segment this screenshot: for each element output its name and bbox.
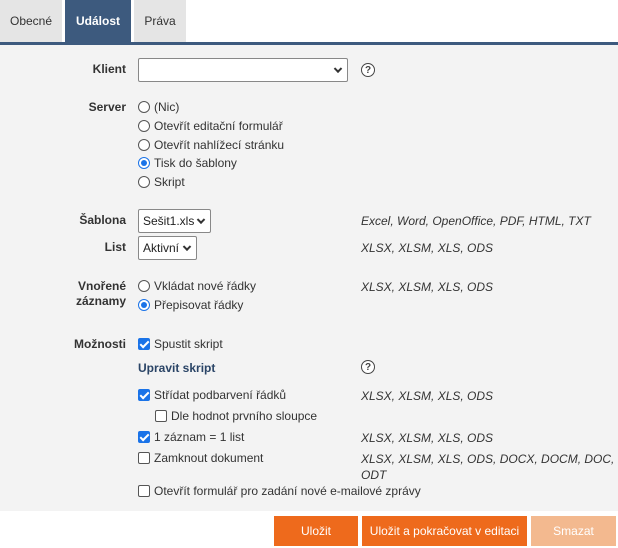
radio-button[interactable] <box>138 120 150 132</box>
jeden-zaznam-formats-note: XLSX, XLSM, XLS, ODS <box>361 431 494 445</box>
list-select[interactable]: Aktivní <box>138 236 197 260</box>
vnorene-option-vkladat[interactable]: Vkládat nové řádky <box>138 279 256 293</box>
vnorene-zaznamy-label: Vnořené záznamy <box>75 279 126 308</box>
spustit-skript-checkbox[interactable]: Spustit skript <box>138 337 223 351</box>
vnorene-formats-note: XLSX, XLSM, XLS, ODS <box>361 280 494 294</box>
delete-button[interactable]: Smazat <box>531 516 616 546</box>
server-option-nic[interactable]: (Nic) <box>138 100 179 114</box>
klient-select[interactable] <box>138 58 348 82</box>
server-option-nahlizeci[interactable]: Otevřít nahlížecí stránku <box>138 138 284 152</box>
stridat-formats-note: XLSX, XLSM, XLS, ODS <box>361 389 494 403</box>
list-select-value: Aktivní <box>143 241 180 255</box>
stridat-podbarveni-checkbox[interactable]: Střídat podbarvení řádků <box>138 388 286 402</box>
checkbox[interactable] <box>155 410 167 422</box>
tab-bar: Obecné Událost Práva <box>0 0 618 42</box>
vnorene-option-prepisovat[interactable]: Přepisovat řádky <box>138 298 243 312</box>
save-and-continue-button[interactable]: Uložit a pokračovat v editaci <box>362 516 527 546</box>
tab-obecne[interactable]: Obecné <box>0 0 62 42</box>
zamknout-formats-note: XLSX, XLSM, XLS, ODS, DOCX, DOCM, DOC, O… <box>361 452 615 482</box>
radio-button[interactable] <box>138 101 150 113</box>
sablona-formats-note: Excel, Word, OpenOffice, PDF, HTML, TXT <box>361 214 591 228</box>
moznosti-label: Možnosti <box>74 337 126 351</box>
server-label: Server <box>88 100 126 114</box>
server-option-tisk[interactable]: Tisk do šablony <box>138 156 237 170</box>
klient-label: Klient <box>92 62 126 76</box>
tab-obecne-label: Obecné <box>9 14 53 28</box>
dle-hodnot-checkbox[interactable]: Dle hodnot prvního sloupce <box>155 409 317 423</box>
upravit-skript-link[interactable]: Upravit skript <box>138 361 215 375</box>
radio-button[interactable] <box>138 176 150 188</box>
tab-prava[interactable]: Práva <box>134 0 186 42</box>
help-icon[interactable]: ? <box>361 360 375 374</box>
radio-button[interactable] <box>138 139 150 151</box>
checkbox[interactable] <box>138 452 150 464</box>
chevron-down-icon <box>182 242 192 252</box>
help-icon[interactable]: ? <box>361 63 375 77</box>
server-option-editacni[interactable]: Otevřít editační formulář <box>138 119 283 133</box>
chevron-down-icon <box>333 64 343 74</box>
jeden-zaznam-checkbox[interactable]: 1 záznam = 1 list <box>138 430 244 444</box>
radio-button-selected[interactable] <box>138 157 150 169</box>
sablona-select[interactable]: Sešit1.xls <box>138 209 211 233</box>
tab-udalost[interactable]: Událost <box>65 0 131 42</box>
sablona-label: Šablona <box>79 213 126 227</box>
checkbox[interactable] <box>138 485 150 497</box>
save-button[interactable]: Uložit <box>274 516 358 546</box>
list-label: List <box>104 240 126 254</box>
server-option-skript[interactable]: Skript <box>138 175 185 189</box>
list-formats-note: XLSX, XLSM, XLS, ODS <box>361 241 494 255</box>
checkbox-checked[interactable] <box>138 431 150 443</box>
tab-prava-label: Práva <box>144 14 176 28</box>
otevrit-formular-email-checkbox[interactable]: Otevřít formulář pro zadání nové e-mailo… <box>138 484 421 498</box>
chevron-down-icon <box>196 215 206 225</box>
radio-button-selected[interactable] <box>138 299 150 311</box>
checkbox-checked[interactable] <box>138 338 150 350</box>
checkbox-checked[interactable] <box>138 389 150 401</box>
zamknout-dokument-checkbox[interactable]: Zamknout dokument <box>138 451 263 465</box>
radio-button[interactable] <box>138 280 150 292</box>
sablona-select-value: Sešit1.xls <box>143 214 195 228</box>
tab-udalost-label: Událost <box>75 14 120 28</box>
